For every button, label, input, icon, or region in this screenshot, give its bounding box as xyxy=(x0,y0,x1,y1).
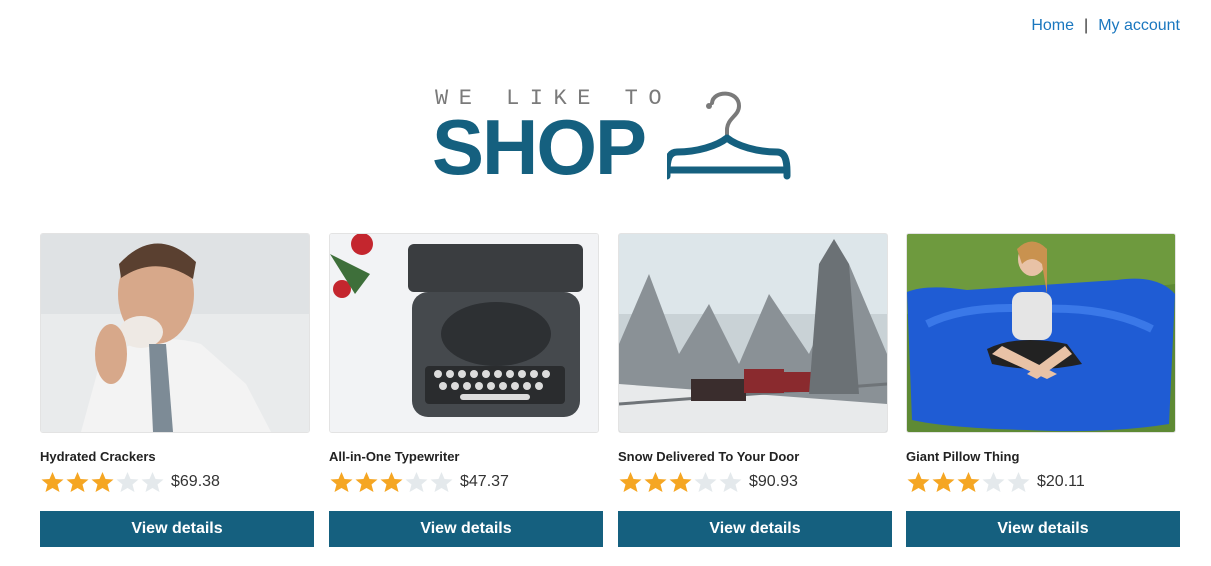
product-image[interactable] xyxy=(906,233,1176,433)
star-filled-icon xyxy=(619,472,642,492)
star-empty-icon xyxy=(982,472,1005,492)
product-price: $90.93 xyxy=(749,473,798,490)
star-filled-icon xyxy=(380,472,403,492)
star-rating xyxy=(618,471,743,493)
star-empty-icon xyxy=(141,472,164,492)
product-price: $69.38 xyxy=(171,473,220,490)
star-empty-icon xyxy=(116,472,139,492)
logo-wordmark: SHOP xyxy=(432,103,647,191)
star-rating xyxy=(329,471,454,493)
view-details-button[interactable]: View details xyxy=(906,511,1180,547)
rating-row: $69.38 xyxy=(40,469,314,495)
rating-row: $90.93 xyxy=(618,469,892,495)
star-rating xyxy=(906,471,1031,493)
product-image[interactable] xyxy=(618,233,888,433)
product-price: $20.11 xyxy=(1037,473,1085,490)
product-title[interactable]: Snow Delivered To Your Door xyxy=(618,449,892,465)
star-filled-icon xyxy=(957,472,980,492)
rating-row: $47.37 xyxy=(329,469,603,495)
product-card: Snow Delivered To Your Door $90.93 View … xyxy=(618,233,892,547)
star-empty-icon xyxy=(694,472,717,492)
star-filled-icon xyxy=(644,472,667,492)
nav-separator: | xyxy=(1084,17,1089,34)
my-account-link[interactable]: My account xyxy=(1098,17,1180,34)
view-details-button[interactable]: View details xyxy=(329,511,603,547)
star-filled-icon xyxy=(91,472,114,492)
top-nav: Home | My account xyxy=(1031,17,1180,35)
hanger-icon xyxy=(667,91,791,180)
product-image[interactable] xyxy=(40,233,310,433)
rating-row: $20.11 xyxy=(906,469,1180,495)
product-title[interactable]: Hydrated Crackers xyxy=(40,449,314,465)
product-title[interactable]: All-in-One Typewriter xyxy=(329,449,603,465)
product-title[interactable]: Giant Pillow Thing xyxy=(906,449,1180,465)
star-empty-icon xyxy=(719,472,742,492)
star-filled-icon xyxy=(669,472,692,492)
view-details-button[interactable]: View details xyxy=(618,511,892,547)
product-price: $47.37 xyxy=(460,473,509,490)
site-logo: WE LIKE TO SHOP xyxy=(432,86,792,186)
home-link[interactable]: Home xyxy=(1031,17,1074,34)
product-card: Hydrated Crackers $69.38 View details xyxy=(40,233,314,547)
product-card: All-in-One Typewriter $47.37 View detail… xyxy=(329,233,603,547)
star-rating xyxy=(40,471,165,493)
star-filled-icon xyxy=(330,472,353,492)
star-empty-icon xyxy=(430,472,453,492)
star-filled-icon xyxy=(355,472,378,492)
star-empty-icon xyxy=(405,472,428,492)
product-image[interactable] xyxy=(329,233,599,433)
star-filled-icon xyxy=(66,472,89,492)
star-empty-icon xyxy=(1007,472,1030,492)
product-card: Giant Pillow Thing $20.11 View details xyxy=(906,233,1180,547)
star-filled-icon xyxy=(907,472,930,492)
view-details-button[interactable]: View details xyxy=(40,511,314,547)
star-filled-icon xyxy=(932,472,955,492)
star-filled-icon xyxy=(41,472,64,492)
